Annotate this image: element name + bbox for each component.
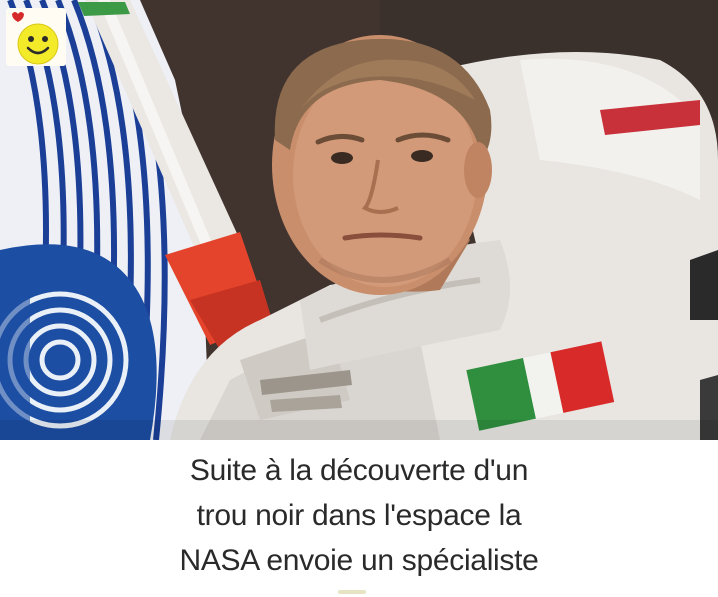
caption-line-2: trou noir dans l'espace la	[196, 499, 522, 532]
astronaut-illustration	[0, 0, 718, 440]
smiley-badge	[6, 8, 66, 66]
astronaut-photo	[0, 0, 718, 440]
meme-caption: Suite à la découverte d'un trou noir dan…	[0, 440, 718, 597]
meme-image: Suite à la découverte d'un trou noir dan…	[0, 0, 718, 597]
astronaut-head	[272, 35, 492, 295]
caption-line-3: NASA envoie un spécialiste	[179, 544, 539, 577]
bottom-speck	[338, 590, 366, 594]
caption-line-1: Suite à la découverte d'un	[189, 454, 529, 487]
smiley-face-icon	[12, 12, 59, 65]
